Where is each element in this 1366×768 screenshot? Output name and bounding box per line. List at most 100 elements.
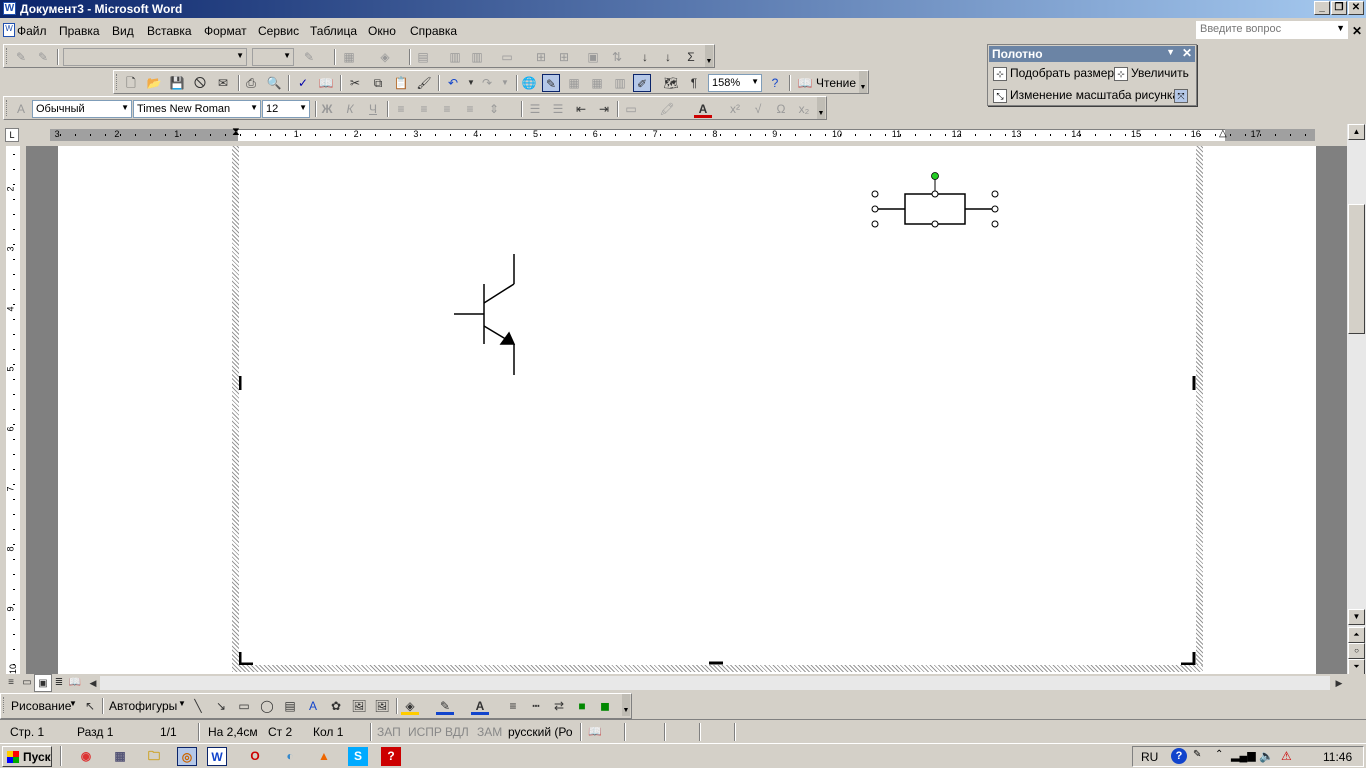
scale-drawing-button[interactable]: ⤡ Изменение масштаба рисунка xyxy=(993,88,1179,103)
bullets-icon[interactable]: ☰ xyxy=(549,100,567,118)
horizontal-ruler[interactable]: L 3 2 1 1 2 3 4 5 6 7 8 9 10 11 12 13 14 15 16 17 ⧗ △ xyxy=(0,124,1366,146)
menu-help[interactable]: Справка xyxy=(410,24,457,38)
line-style-icon[interactable]: ≡ xyxy=(504,697,522,715)
toolbar-grip[interactable] xyxy=(3,697,6,713)
vertical-ruler[interactable]: 2 3 4 5 6 7 8 9 10 xyxy=(0,146,26,674)
ie-icon[interactable]: ◎ xyxy=(177,747,197,766)
save-icon[interactable]: 💾 xyxy=(168,74,186,92)
print-icon[interactable]: ⎙ xyxy=(242,74,260,92)
format-painter-icon[interactable]: 🖌 xyxy=(415,74,433,92)
hyperlink-icon[interactable]: 🌐 xyxy=(520,74,538,92)
font-color-icon[interactable]: A xyxy=(694,100,712,118)
help-dropdown-icon[interactable]: ▼ xyxy=(1336,23,1345,33)
status-ovr[interactable]: ЗАМ xyxy=(477,725,502,739)
oval-icon[interactable]: ◯ xyxy=(258,697,276,715)
tables-borders-icon[interactable]: ✎ xyxy=(542,74,560,92)
paste-icon[interactable]: 📋 xyxy=(392,74,410,92)
scroll-thumb[interactable] xyxy=(1348,204,1365,334)
address-combo[interactable]: ▼ xyxy=(63,48,247,66)
reading-button[interactable]: Чтение xyxy=(816,76,856,90)
title-bar[interactable]: W Документ3 - Microsoft Word _ ❐ ✕ xyxy=(0,0,1366,18)
restore-button[interactable]: ❐ xyxy=(1331,1,1347,15)
menu-table[interactable]: Таблица xyxy=(310,24,357,38)
canvas-handle-bottom-right[interactable] xyxy=(1181,652,1196,665)
spelling-icon[interactable]: ✓ xyxy=(294,74,312,92)
spelling-status-icon[interactable]: 📖 xyxy=(588,725,602,738)
menu-edit[interactable]: Правка xyxy=(59,24,100,38)
toolbar-grip[interactable] xyxy=(6,48,9,64)
font-color-draw-icon[interactable]: A xyxy=(471,697,489,715)
insert-excel-icon[interactable]: ▦ xyxy=(588,74,606,92)
toolbar-options-icon[interactable]: ▼ xyxy=(705,45,713,67)
permission-icon[interactable]: 🛇 xyxy=(191,74,209,92)
autosum-icon[interactable]: Σ xyxy=(682,48,700,66)
start-button[interactable]: Пуск xyxy=(2,746,52,767)
volume-icon[interactable]: 🔈 xyxy=(1259,749,1274,763)
align-center-icon[interactable]: ≡ xyxy=(415,100,433,118)
document-page[interactable] xyxy=(58,146,1316,674)
shadow-icon[interactable]: ■ xyxy=(573,697,591,715)
size-combo-disabled[interactable]: ▼ xyxy=(252,48,294,66)
subscript-icon[interactable]: x₂ xyxy=(795,100,813,118)
network-icon[interactable]: ▂▄▆ xyxy=(1231,749,1256,762)
borders-icon[interactable]: ▦ xyxy=(340,48,358,66)
style-combo[interactable]: Обычный ▼ xyxy=(32,100,132,118)
copy-icon[interactable]: ⧉ xyxy=(369,74,387,92)
justify-icon[interactable]: ≡ xyxy=(461,100,479,118)
document-map-icon[interactable]: 🗺 xyxy=(662,74,680,92)
align-left-icon[interactable]: ≡ xyxy=(392,100,410,118)
help-search-input[interactable]: Введите вопрос ▼ xyxy=(1196,21,1348,39)
language-indicator[interactable]: RU xyxy=(1141,750,1158,764)
bold-icon[interactable]: Ж xyxy=(318,100,336,118)
matlab-icon[interactable]: ▲ xyxy=(314,747,334,766)
dash-style-icon[interactable]: ┅ xyxy=(527,697,545,715)
columns-icon[interactable]: ▥ xyxy=(611,74,629,92)
italic-icon[interactable]: К xyxy=(341,100,359,118)
app-red-icon[interactable]: ? xyxy=(381,747,401,766)
font-size-combo[interactable]: 12 ▼ xyxy=(262,100,310,118)
decrease-indent-icon[interactable]: ⇤ xyxy=(572,100,590,118)
print-preview-icon[interactable]: 🔍 xyxy=(265,74,283,92)
close-doc-icon[interactable]: ✕ xyxy=(1352,24,1362,38)
diagram-icon[interactable]: ✿ xyxy=(327,697,345,715)
align-right-icon[interactable]: ≡ xyxy=(438,100,456,118)
fit-drawing-button[interactable]: ⊹ Подобрать размер xyxy=(993,66,1114,81)
word-app-icon[interactable]: W xyxy=(3,2,16,15)
status-rec[interactable]: ЗАП xyxy=(377,725,401,739)
edit2-icon[interactable]: ✎ xyxy=(34,48,52,66)
menu-view[interactable]: Вид xyxy=(112,24,134,38)
highlight-icon[interactable]: 🖍 xyxy=(658,100,676,118)
arrow-icon[interactable]: ↘ xyxy=(212,697,230,715)
fill-color-icon[interactable]: ◈ xyxy=(401,697,419,715)
word-task-icon[interactable]: W xyxy=(207,747,227,766)
redo-dropdown-icon[interactable]: ▼ xyxy=(496,74,514,92)
numbering-icon[interactable]: ☰ xyxy=(526,100,544,118)
toolbar-options-icon[interactable]: ▼ xyxy=(817,97,825,119)
border-icon[interactable]: ▭ xyxy=(622,100,640,118)
research-icon[interactable]: 📖 xyxy=(317,74,335,92)
panel-dropdown-icon[interactable]: ▼ xyxy=(1166,47,1175,57)
expand-drawing-button[interactable]: ⊹ Увеличить xyxy=(1114,66,1189,81)
toolbar-options-icon[interactable]: ▼ xyxy=(622,694,630,716)
close-button[interactable]: ✕ xyxy=(1348,1,1364,15)
document-area[interactable] xyxy=(26,146,1347,674)
autoshapes-menu-button[interactable]: Автофигуры xyxy=(109,699,177,713)
distribute-rows-icon[interactable]: ⊞ xyxy=(532,48,550,66)
pen-tray-icon[interactable]: ✎ xyxy=(1193,749,1201,760)
distribute-cols-icon[interactable]: ⊞ xyxy=(555,48,573,66)
fill-icon[interactable]: ◈ xyxy=(376,48,394,66)
transistor-symbol[interactable] xyxy=(454,254,516,375)
menu-file[interactable]: Файл xyxy=(17,24,47,38)
show-hide-icon[interactable]: ¶ xyxy=(685,74,703,92)
canvas-panel-header[interactable]: Полотно ▼ ✕ xyxy=(989,46,1195,62)
help-icon[interactable]: ? xyxy=(766,74,784,92)
cut-icon[interactable]: ✂ xyxy=(346,74,364,92)
equation-icon[interactable]: √ xyxy=(749,100,767,118)
indent-marker-icon[interactable]: ⧗ xyxy=(232,126,240,139)
menu-insert[interactable]: Вставка xyxy=(147,24,192,38)
show-hidden-icon[interactable]: ⌃ xyxy=(1215,749,1223,760)
pen-icon[interactable]: ✎ xyxy=(300,48,318,66)
panel-close-icon[interactable]: ✕ xyxy=(1182,46,1192,60)
opera-icon[interactable]: O xyxy=(245,747,265,766)
merge-cells-icon[interactable]: ▥ xyxy=(446,48,464,66)
